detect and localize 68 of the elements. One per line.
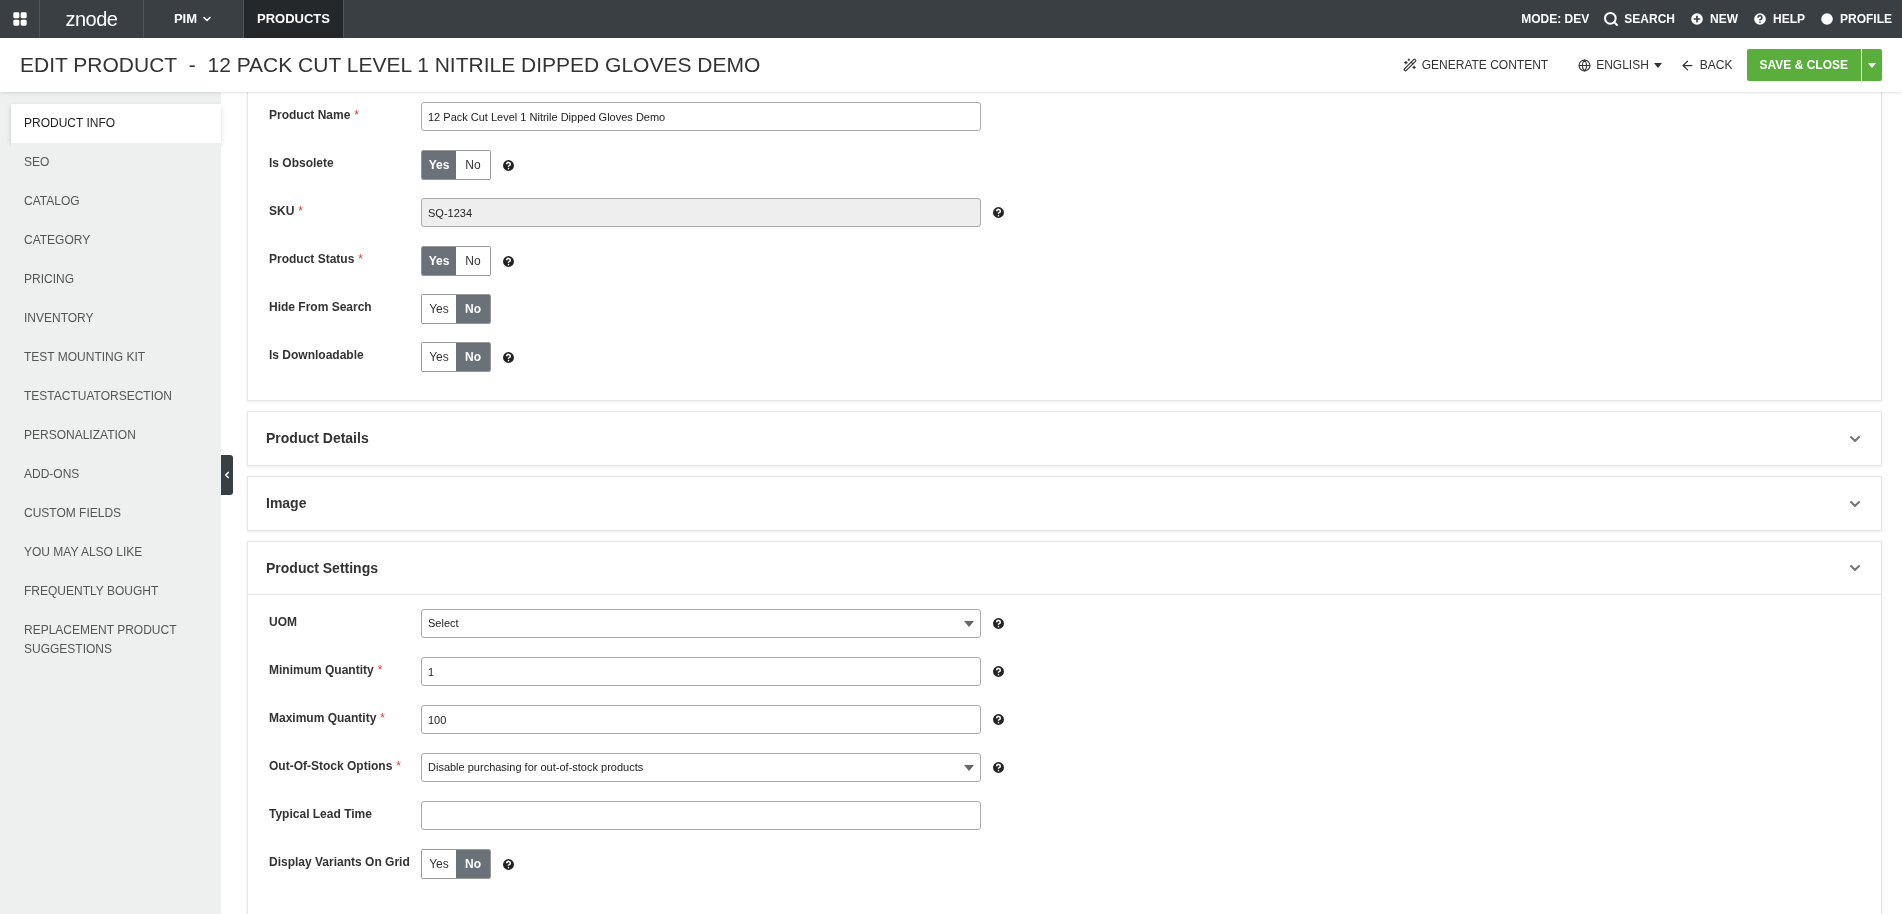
save-options-button[interactable] [1862, 49, 1882, 81]
text-field[interactable] [421, 801, 981, 830]
page-title: EDIT PRODUCT - 12 PACK CUT LEVEL 1 NITRILE DIPPED GLOVES DEMO [20, 52, 761, 79]
search-icon [1603, 11, 1620, 27]
select-field[interactable]: Disable purchasing for out-of-stock products [421, 753, 981, 782]
toggle-option[interactable]: Yes [422, 151, 456, 179]
field-label: Display Variants On Grid [269, 854, 410, 871]
chevron-left-icon [222, 470, 232, 480]
collapse-handle[interactable] [221, 455, 233, 495]
field-label: UOM [269, 614, 297, 631]
toggle-option[interactable]: Yes [422, 247, 456, 275]
mode-label: MODE: DEV [1521, 11, 1590, 28]
help-icon[interactable] [991, 760, 1006, 775]
help-icon[interactable] [501, 253, 516, 269]
field-label: Product Name [269, 107, 351, 124]
required-mark: * [358, 251, 363, 268]
section-header[interactable]: Image [248, 477, 1881, 530]
text-field[interactable]: 1 [421, 657, 981, 686]
help-icon[interactable] [501, 157, 516, 173]
nav-menu[interactable]: PRODUCTS [244, 0, 344, 38]
help-icon[interactable] [991, 616, 1006, 631]
required-mark: * [380, 710, 386, 727]
help-icon[interactable] [501, 856, 516, 872]
toggle-option[interactable]: No [456, 295, 490, 323]
top-action[interactable]: HELP [1751, 10, 1805, 28]
section-header[interactable]: Product Details [248, 412, 1881, 465]
required-mark: * [354, 107, 360, 124]
field-label: SKU [269, 203, 295, 220]
section-header[interactable]: Product Settings [248, 542, 1881, 595]
required-mark: * [396, 758, 401, 775]
field-label: Is Downloadable [269, 347, 364, 364]
help-icon [1751, 11, 1768, 27]
arrow-left-icon [1679, 57, 1695, 73]
field-label: Maximum Quantity [269, 710, 377, 727]
magic-wand-icon [1402, 58, 1417, 72]
field-label: Hide From Search [269, 299, 372, 316]
field-label: Is Obsolete [269, 155, 334, 172]
text-field[interactable]: 12 Pack Cut Level 1 Nitrile Dipped Gloves Demo [421, 102, 981, 131]
plus-circle-icon [1688, 11, 1705, 27]
field-label: Out-Of-Stock Options [269, 758, 393, 775]
text-field[interactable]: 100 [421, 705, 981, 734]
select-value: Select [428, 616, 459, 632]
grid-icon [11, 11, 28, 27]
toggle-option[interactable]: No [456, 343, 490, 371]
caret-down-icon [964, 764, 974, 771]
help-icon[interactable] [991, 712, 1006, 727]
required-mark: * [377, 662, 383, 679]
select-value: Disable purchasing for out-of-stock products [428, 760, 644, 776]
help-icon[interactable] [991, 664, 1006, 679]
language-button[interactable]: ENGLISH [1578, 56, 1662, 74]
toggle-option[interactable]: No [456, 850, 490, 878]
top-action[interactable]: NEW [1688, 10, 1738, 28]
help-icon[interactable] [501, 349, 516, 365]
field-label: Typical Lead Time [269, 806, 372, 823]
generate-content-button[interactable]: GENERATE CONTENT [1402, 56, 1549, 74]
caret-down-icon [964, 620, 974, 627]
field-label: Product Status [269, 251, 355, 268]
caret-down-icon [1653, 62, 1662, 68]
select-field[interactable]: Select [421, 609, 981, 638]
sidebar-item[interactable]: PRODUCT INFO [11, 104, 221, 143]
top-action[interactable]: PROFILE [1819, 10, 1892, 28]
globe-icon [1578, 58, 1592, 72]
top-action[interactable]: SEARCH [1603, 10, 1675, 28]
logo[interactable]: znode [65, 4, 118, 34]
field-label: Minimum Quantity [269, 662, 374, 679]
required-mark: * [298, 203, 303, 220]
caret-down-icon [1868, 62, 1876, 68]
back-button[interactable]: BACK [1679, 56, 1733, 74]
